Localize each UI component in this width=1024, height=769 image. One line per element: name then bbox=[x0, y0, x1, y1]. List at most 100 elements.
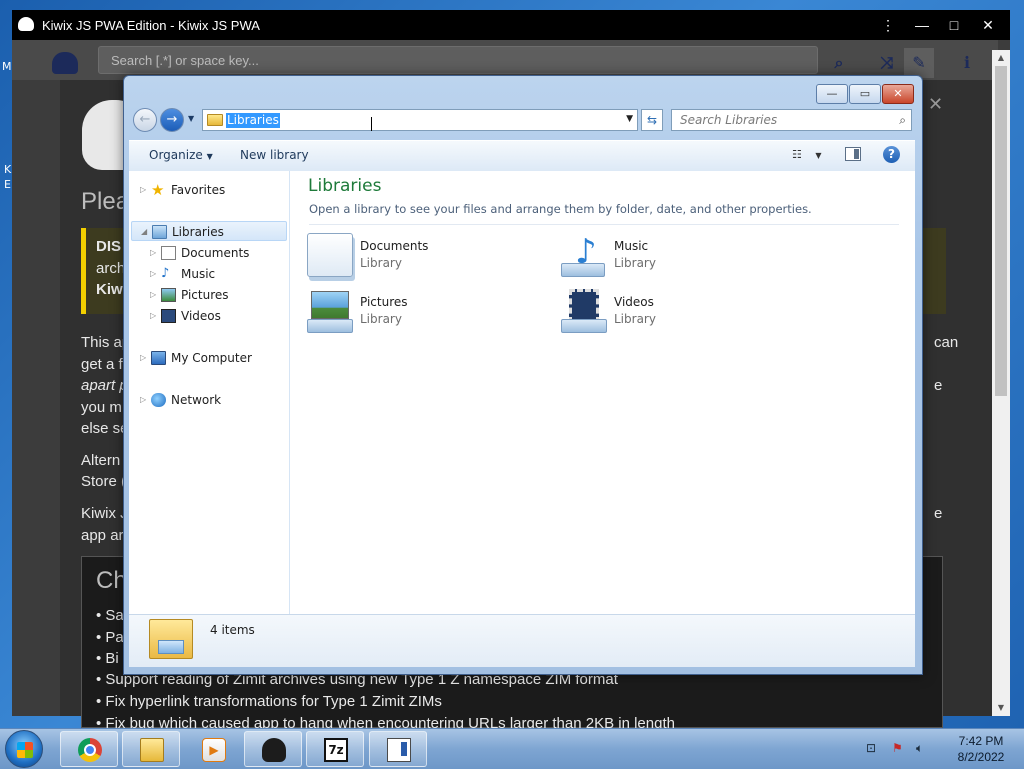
library-type: Library bbox=[614, 312, 656, 326]
page-title: Libraries bbox=[308, 176, 382, 196]
scroll-up-arrow-icon[interactable]: ▲ bbox=[992, 50, 1010, 66]
pwa-scrollbar[interactable]: ▲ ▼ bbox=[992, 50, 1010, 716]
windows-logo-icon bbox=[17, 742, 33, 758]
library-type: Library bbox=[360, 256, 402, 270]
command-bar: Organize ▼ New library ☷ ▼ ? bbox=[129, 140, 915, 172]
action-center-flag-icon[interactable]: ⚑ bbox=[892, 741, 903, 755]
pwa-maximize-button[interactable]: □ bbox=[938, 10, 970, 40]
help-icon[interactable]: ? bbox=[883, 146, 900, 163]
nav-item-my-computer[interactable]: ▷ My Computer bbox=[140, 348, 281, 368]
nav-item-label: Music bbox=[181, 267, 216, 281]
new-library-button[interactable]: New library bbox=[240, 148, 309, 162]
library-name: Videos bbox=[614, 295, 654, 309]
expand-arrow-icon[interactable]: ▷ bbox=[150, 243, 156, 263]
view-list-icon: ☷ bbox=[792, 148, 802, 161]
expand-arrow-icon[interactable]: ▷ bbox=[140, 348, 146, 368]
taskbar-chrome[interactable] bbox=[60, 731, 118, 767]
taskbar-notepad[interactable] bbox=[369, 731, 427, 767]
nav-item-favorites[interactable]: ▷ ★ Favorites bbox=[140, 180, 281, 200]
article-line: DIS bbox=[96, 238, 122, 255]
change-view-button[interactable]: ☷ ▼ bbox=[792, 148, 826, 164]
taskbar-media-player[interactable]: ▶ bbox=[184, 731, 242, 767]
nav-item-label: My Computer bbox=[171, 351, 252, 365]
network-icon bbox=[151, 393, 166, 407]
changelog-item: • Bi bbox=[96, 650, 119, 667]
restore-button[interactable]: ▭ bbox=[849, 84, 881, 104]
refresh-icon[interactable]: ⇆ bbox=[641, 109, 663, 131]
taskbar-explorer[interactable] bbox=[122, 731, 180, 767]
library-item-documents[interactable]: Documents Library bbox=[307, 231, 547, 283]
address-dropdown-icon[interactable]: ▼ bbox=[626, 114, 633, 124]
expand-arrow-icon[interactable]: ▷ bbox=[140, 180, 146, 200]
pwa-close-button[interactable]: ✕ bbox=[972, 10, 1004, 40]
close-button[interactable]: ✕ bbox=[882, 84, 914, 104]
library-item-pictures[interactable]: Pictures Library bbox=[307, 287, 547, 339]
library-item-music[interactable]: ♪ Music Library bbox=[561, 231, 801, 283]
address-bar[interactable]: Libraries ▼ bbox=[202, 109, 638, 131]
nav-item-pictures[interactable]: ▷ Pictures bbox=[150, 285, 281, 305]
nav-item-videos[interactable]: ▷ Videos bbox=[150, 306, 281, 326]
volume-icon[interactable]: 🔈︎ bbox=[916, 741, 923, 756]
desktop-icon-label[interactable]: M bbox=[2, 60, 12, 73]
article-line: get a f bbox=[81, 356, 123, 373]
page-subtitle: Open a library to see your files and arr… bbox=[309, 202, 812, 216]
article-line: you m bbox=[81, 399, 122, 416]
star-icon: ★ bbox=[151, 181, 165, 199]
search-icon[interactable]: ⌕ bbox=[824, 48, 854, 78]
minimize-button[interactable]: — bbox=[816, 84, 848, 104]
article-line-fragment: can bbox=[934, 334, 959, 351]
search-icon[interactable]: ⌕ bbox=[899, 110, 906, 130]
taskbar-7zip[interactable]: 7z bbox=[306, 731, 364, 767]
expand-arrow-icon[interactable]: ▷ bbox=[150, 306, 156, 326]
nav-item-libraries[interactable]: ◢ Libraries bbox=[131, 221, 287, 241]
article-line: apart p bbox=[81, 377, 128, 394]
chrome-icon bbox=[78, 738, 102, 762]
clock[interactable]: 7:42 PM 8/2/2022 bbox=[946, 733, 1016, 765]
changelog-item: • Pa bbox=[96, 629, 124, 646]
pwa-menu-button[interactable]: ⋮ bbox=[872, 10, 904, 40]
kiwix-toolbar-logo-icon[interactable] bbox=[52, 52, 78, 74]
nav-item-music[interactable]: ▷ ♪ Music bbox=[150, 264, 281, 284]
documents-library-icon bbox=[307, 233, 353, 277]
search-input[interactable]: Search Libraries ⌕ bbox=[671, 109, 912, 131]
desktop-icon-label[interactable]: E bbox=[4, 178, 11, 191]
computer-icon bbox=[151, 351, 166, 365]
taskbar: ▶ 7z ⊡ ⚑ 🔈︎ 7:42 PM 8/2/2022 bbox=[0, 728, 1024, 769]
music-note-icon: ♪ bbox=[161, 266, 170, 281]
pwa-title-bar: Kiwix JS PWA Edition - Kiwix JS PWA ⋮ — … bbox=[12, 10, 1010, 40]
expand-arrow-icon[interactable]: ▷ bbox=[150, 264, 156, 284]
pwa-search-input[interactable]: Search [.*] or space key... bbox=[98, 46, 818, 74]
wrench-icon[interactable]: ✎ bbox=[904, 48, 934, 78]
address-text[interactable]: Libraries bbox=[226, 113, 280, 128]
dialog-close-icon[interactable]: ✕ bbox=[928, 94, 943, 115]
start-button[interactable] bbox=[5, 730, 43, 768]
video-icon bbox=[161, 309, 176, 323]
nav-item-label: Network bbox=[171, 393, 222, 407]
expand-arrow-icon[interactable]: ▷ bbox=[150, 285, 156, 305]
random-shuffle-icon[interactable]: ⤨ bbox=[872, 48, 902, 78]
pwa-minimize-button[interactable]: — bbox=[906, 10, 938, 40]
scrollbar-thumb[interactable] bbox=[995, 66, 1007, 396]
expand-arrow-icon[interactable]: ▷ bbox=[140, 390, 146, 410]
taskbar-kiwix[interactable] bbox=[244, 731, 302, 767]
desktop-icon-label[interactable]: K bbox=[4, 163, 11, 176]
organize-button[interactable]: Organize ▼ bbox=[149, 148, 213, 162]
kiwix-icon bbox=[262, 738, 286, 762]
nav-item-network[interactable]: ▷ Network bbox=[140, 390, 281, 410]
preview-pane-icon[interactable] bbox=[845, 147, 861, 161]
article-line: Kiwix J bbox=[81, 505, 128, 522]
chevron-down-icon: ▼ bbox=[815, 151, 822, 160]
article-line: else se bbox=[81, 420, 129, 437]
library-item-videos[interactable]: Videos Library bbox=[561, 287, 801, 339]
forward-arrow-icon[interactable]: → bbox=[160, 108, 184, 132]
article-line-fragment: e bbox=[934, 505, 943, 522]
network-tray-icon[interactable]: ⊡ bbox=[866, 741, 876, 755]
changelog-item: • Fix hyperlink transformations for Type… bbox=[96, 693, 442, 710]
back-arrow-icon[interactable]: ← bbox=[133, 108, 157, 132]
collapse-arrow-icon[interactable]: ◢ bbox=[141, 222, 147, 242]
nav-item-documents[interactable]: ▷ Documents bbox=[150, 243, 281, 263]
info-icon[interactable]: ℹ bbox=[952, 48, 982, 78]
7zip-icon: 7z bbox=[324, 738, 348, 762]
recent-pages-dropdown-icon[interactable]: ▼ bbox=[188, 114, 194, 123]
scroll-down-arrow-icon[interactable]: ▼ bbox=[992, 700, 1010, 716]
